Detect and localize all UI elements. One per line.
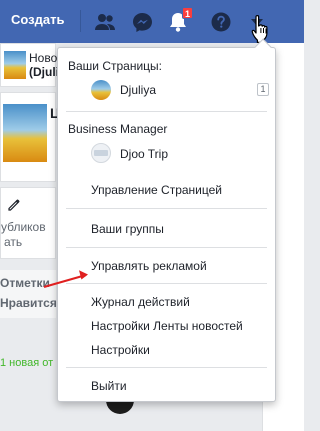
- annotation-arrow-icon: [43, 270, 88, 289]
